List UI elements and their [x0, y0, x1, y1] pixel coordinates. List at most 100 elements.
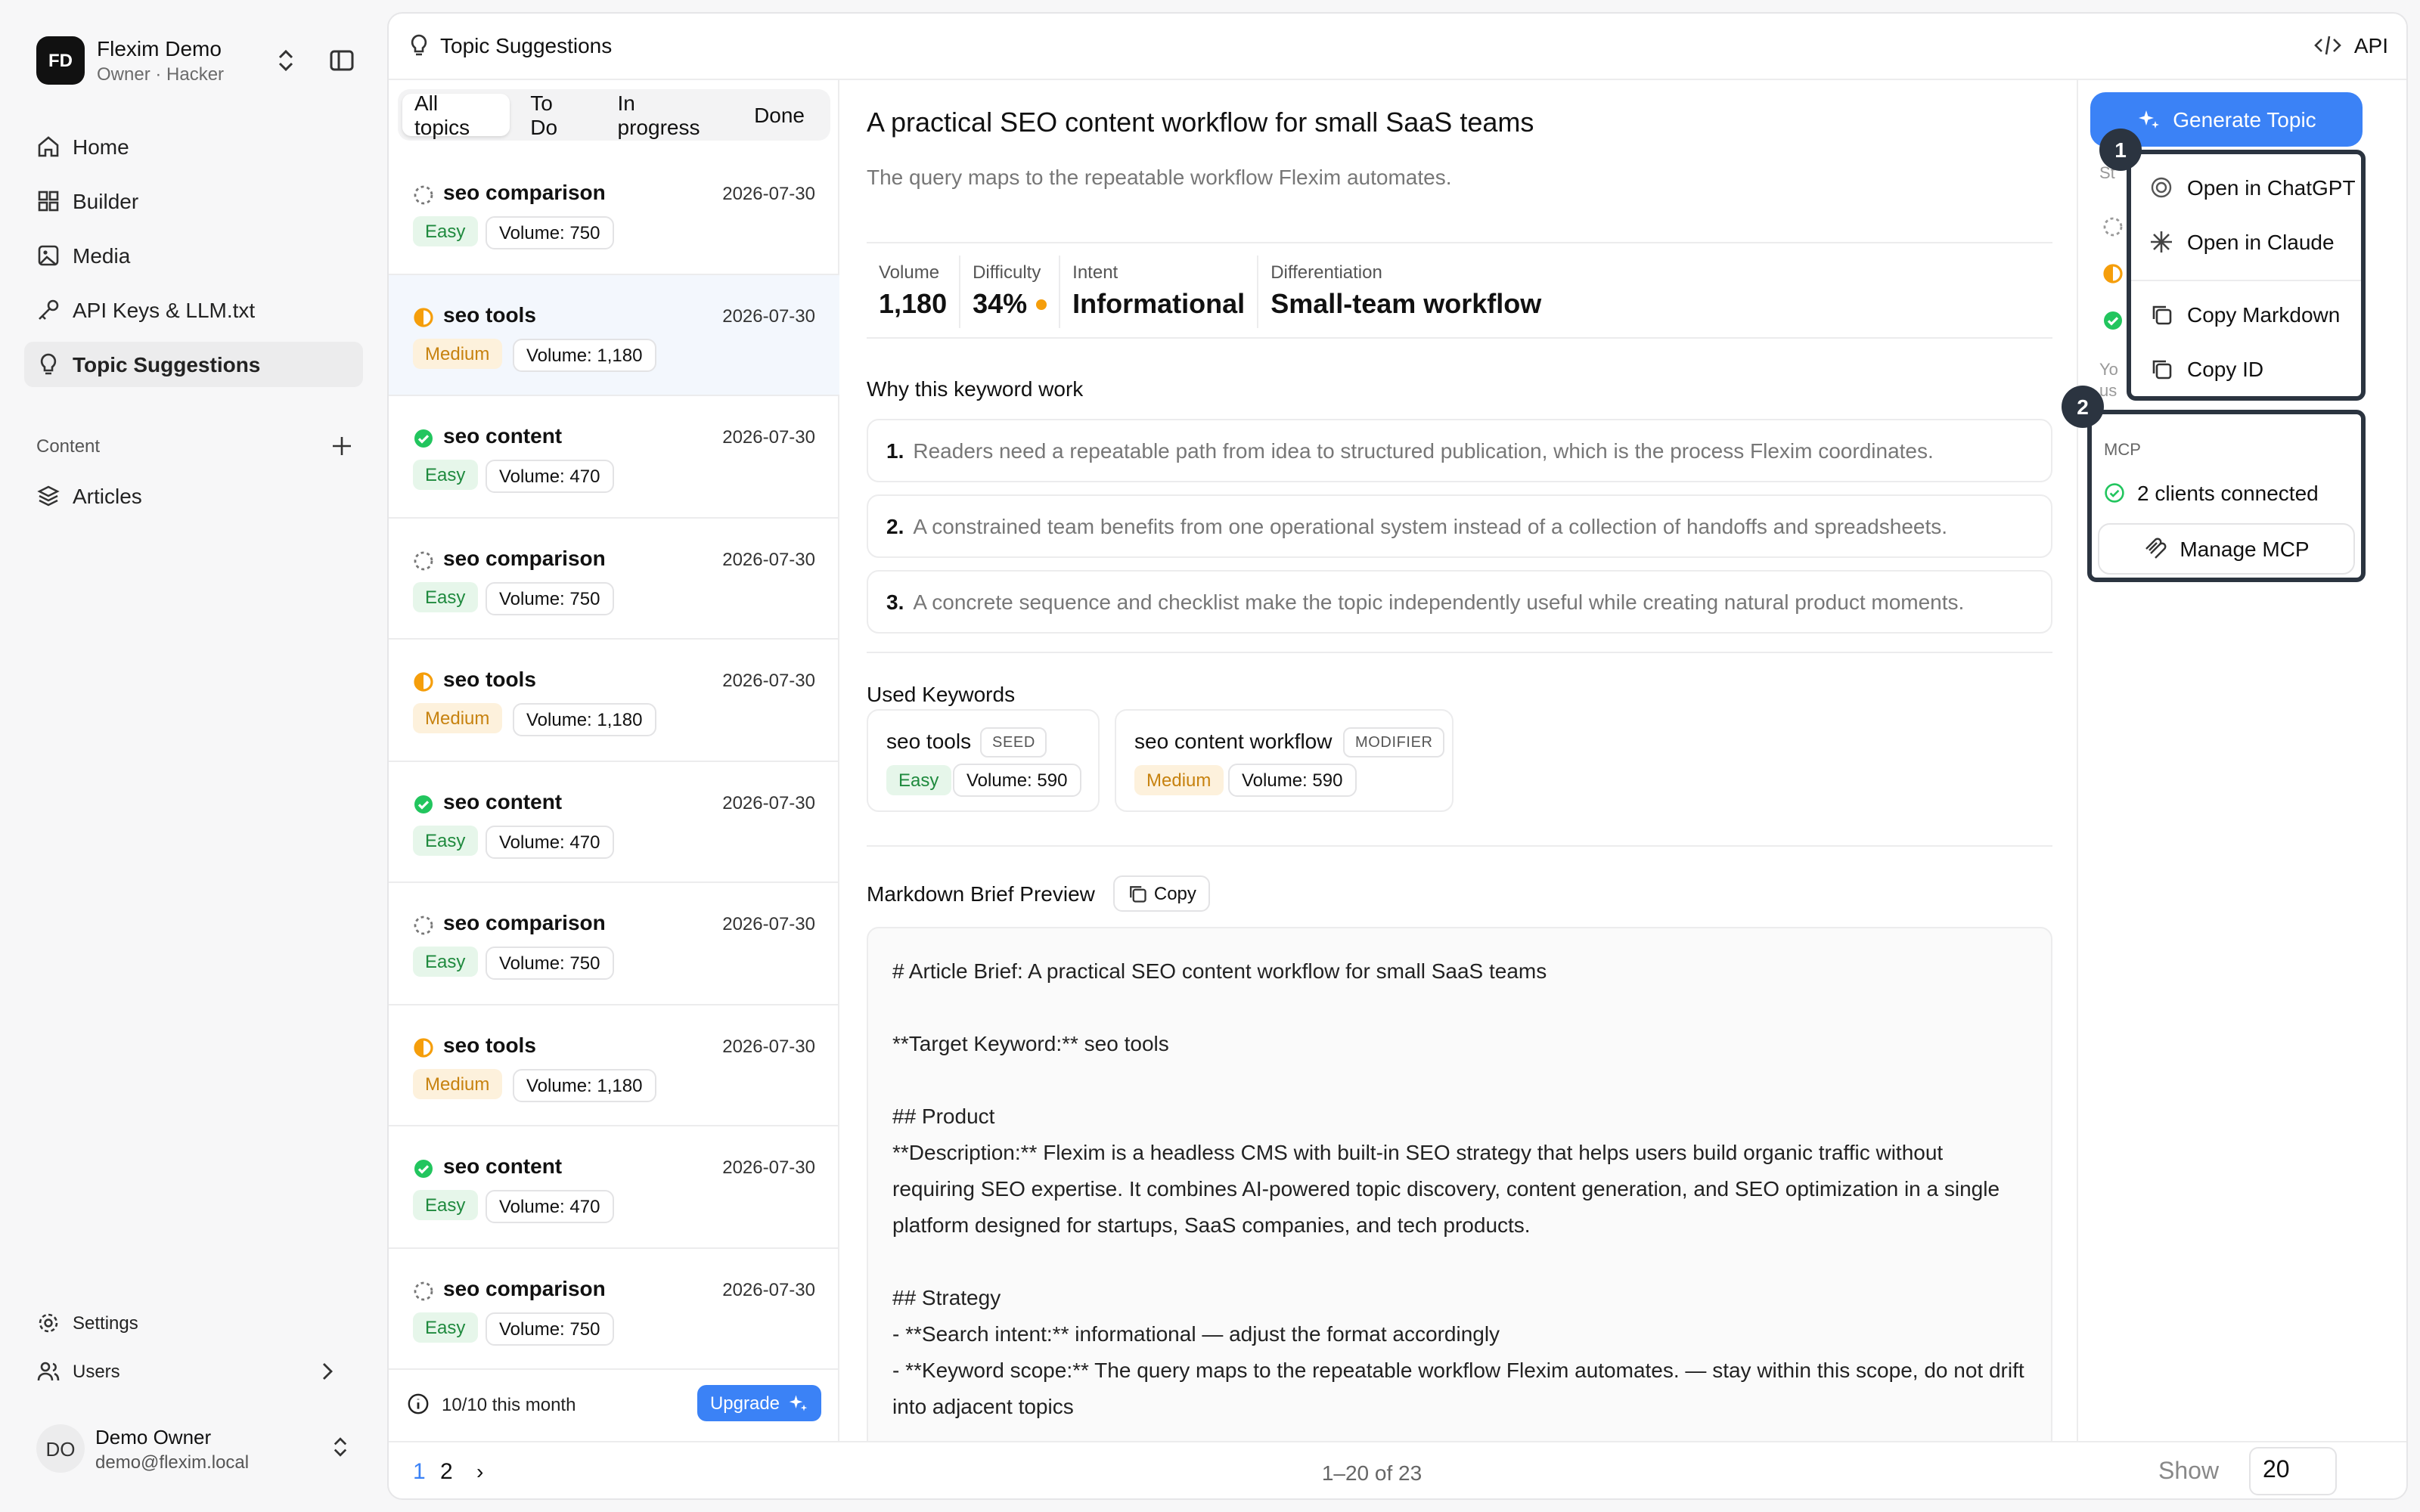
bottom-nav: Settings Users [24, 1303, 363, 1400]
topic-title: seo comparison [443, 910, 606, 934]
status-todo-icon [2103, 217, 2123, 237]
chevrons-up-down-icon[interactable] [271, 45, 301, 76]
pagination: 1 2 › 1–20 of 23 Show 20 [389, 1441, 2406, 1498]
topic-date: 2026-07-30 [722, 670, 815, 691]
lightbulb-icon [40, 353, 57, 375]
nav-item-users[interactable]: Users [24, 1352, 363, 1391]
difficulty-badge: Medium [413, 703, 502, 733]
gear-icon [39, 1313, 58, 1333]
metric-difficulty: Difficulty 34% [960, 256, 1061, 328]
nav-item-articles[interactable]: Articles [24, 473, 363, 519]
topic-date: 2026-07-30 [722, 792, 815, 813]
list-footer: 10/10 this month Upgrade [389, 1368, 839, 1441]
users-icon [37, 1362, 60, 1381]
lightbulb-icon [411, 34, 427, 56]
nav-item-api-keys[interactable]: API Keys & LLM.txt [24, 287, 363, 333]
menu-open-chatgpt[interactable]: Open in ChatGPT [2149, 175, 2356, 200]
menu-copy-markdown[interactable]: Copy Markdown [2149, 302, 2340, 327]
upgrade-button[interactable]: Upgrade [697, 1385, 821, 1421]
check-circle-icon [2105, 483, 2124, 503]
api-link[interactable]: API [2315, 33, 2388, 57]
nav-label: Home [73, 135, 129, 159]
topic-date: 2026-07-30 [722, 548, 815, 569]
table-row[interactable]: seo content 2026-07-30 Easy Volume: 470 [389, 761, 839, 883]
status-todo-icon [413, 550, 434, 571]
user-name: Demo Owner [95, 1425, 212, 1448]
difficulty-badge: Easy [413, 216, 478, 246]
actions-column: Generate Topic St Yo us Open in ChatGPT … [2062, 80, 2406, 1441]
topic-title: seo tools [443, 302, 536, 326]
workspace-switcher[interactable]: FD Flexim Demo Owner · Hacker [36, 36, 369, 85]
nav-item-home[interactable]: Home [24, 124, 363, 169]
table-row[interactable]: seo content 2026-07-30 Easy Volume: 470 [389, 1126, 839, 1248]
workspace-role: Owner · Hacker [97, 64, 225, 85]
topic-title: seo content [443, 1154, 563, 1178]
table-row[interactable]: seo comparison 2026-07-30 Easy Volume: 750 [389, 1248, 839, 1370]
sparkles-icon [2138, 110, 2159, 129]
chevrons-up-down-icon [334, 1437, 347, 1457]
claude-icon [2151, 231, 2172, 253]
metric-volume: Volume 1,180 [867, 256, 961, 328]
plus-icon[interactable] [330, 434, 354, 458]
page-size-select[interactable]: 20 [2249, 1447, 2337, 1495]
topic-date: 2026-07-30 [722, 1157, 815, 1178]
nav-label: Builder [73, 189, 139, 213]
volume-chip: Volume: 470 [486, 460, 614, 493]
nav-item-builder[interactable]: Builder [24, 178, 363, 224]
table-row[interactable]: seo comparison 2026-07-30 Easy Volume: 750 [389, 883, 839, 1005]
nav-label: Media [73, 243, 131, 268]
volume-chip: Volume: 1,180 [513, 703, 656, 736]
volume-chip: Volume: 590 [953, 764, 1081, 797]
result-range: 1–20 of 23 [1321, 1461, 1423, 1485]
workspace-name: Flexim Demo [97, 36, 222, 60]
table-row[interactable]: seo tools 2026-07-30 Medium Volume: 1,180 [389, 640, 839, 761]
topic-actions-menu: Open in ChatGPT Open in Claude Copy Mark… [2127, 150, 2366, 401]
sparkles-icon [788, 1395, 807, 1411]
code-icon [2315, 36, 2342, 55]
keyword-tag: SEED [980, 727, 1047, 758]
nav-item-media[interactable]: Media [24, 233, 363, 278]
upgrade-label: Upgrade [709, 1393, 780, 1414]
chevron-right-icon [323, 1363, 333, 1380]
layers-icon [37, 485, 60, 507]
page-2[interactable]: 2 [440, 1459, 453, 1485]
markdown-heading: Markdown Brief Preview [867, 881, 1095, 906]
topic-subtitle: The query maps to the repeatable workflo… [867, 165, 1452, 189]
tab-in-progress[interactable]: In progress [606, 91, 734, 139]
table-row[interactable]: seo tools 2026-07-30 Medium Volume: 1,180 [389, 1005, 839, 1126]
user-menu[interactable]: DO Demo Owner demo@flexim.local [36, 1421, 369, 1476]
nav-item-settings[interactable]: Settings [24, 1303, 363, 1343]
manage-mcp-button[interactable]: Manage MCP [2098, 523, 2355, 575]
table-row[interactable]: seo comparison 2026-07-30 Easy Volume: 750 [389, 518, 839, 640]
tab-done[interactable]: Done [742, 94, 817, 136]
volume-chip: Volume: 750 [486, 581, 614, 615]
page-1[interactable]: 1 [413, 1459, 426, 1485]
volume-chip: Volume: 470 [486, 825, 614, 858]
next-page-button[interactable]: › [476, 1459, 483, 1483]
keyword-card: seo tools SEED Easy Volume: 590 [867, 709, 1100, 812]
difficulty-badge: Medium [413, 1068, 502, 1098]
nav-label: Articles [73, 484, 142, 508]
status-progress-icon [413, 671, 434, 692]
copy-markdown-button[interactable]: Copy [1112, 875, 1210, 912]
table-row[interactable]: seo content 2026-07-30 Easy Volume: 470 [389, 396, 839, 518]
sidebar-toggle-icon[interactable] [327, 45, 357, 76]
workspace-avatar: FD [36, 36, 85, 85]
menu-copy-id[interactable]: Copy ID [2149, 357, 2263, 381]
topic-title: seo tools [443, 667, 536, 691]
why-heading: Why this keyword work [867, 376, 1084, 401]
difficulty-badge: Easy [413, 1190, 478, 1220]
tab-todo[interactable]: To Do [518, 91, 596, 139]
table-row[interactable]: seo tools 2026-07-30 Medium Volume: 1,180 [389, 274, 839, 396]
topic-rows: seo comparison 2026-07-30 Easy Volume: 750 s… [389, 153, 839, 1370]
table-row[interactable]: seo comparison 2026-07-30 Easy Volume: 750 [389, 153, 839, 274]
difficulty-dot [1036, 299, 1047, 310]
user-email: demo@flexim.local [95, 1451, 250, 1472]
nav-item-topic-suggestions[interactable]: Topic Suggestions [24, 342, 363, 387]
topic-date: 2026-07-30 [722, 305, 815, 326]
topic-date: 2026-07-30 [722, 426, 815, 448]
metric-intent: Intent Informational [1060, 256, 1259, 328]
topic-title: seo content [443, 423, 563, 448]
tab-all-topics[interactable]: All topics [402, 91, 510, 139]
menu-open-claude[interactable]: Open in Claude [2149, 230, 2335, 254]
